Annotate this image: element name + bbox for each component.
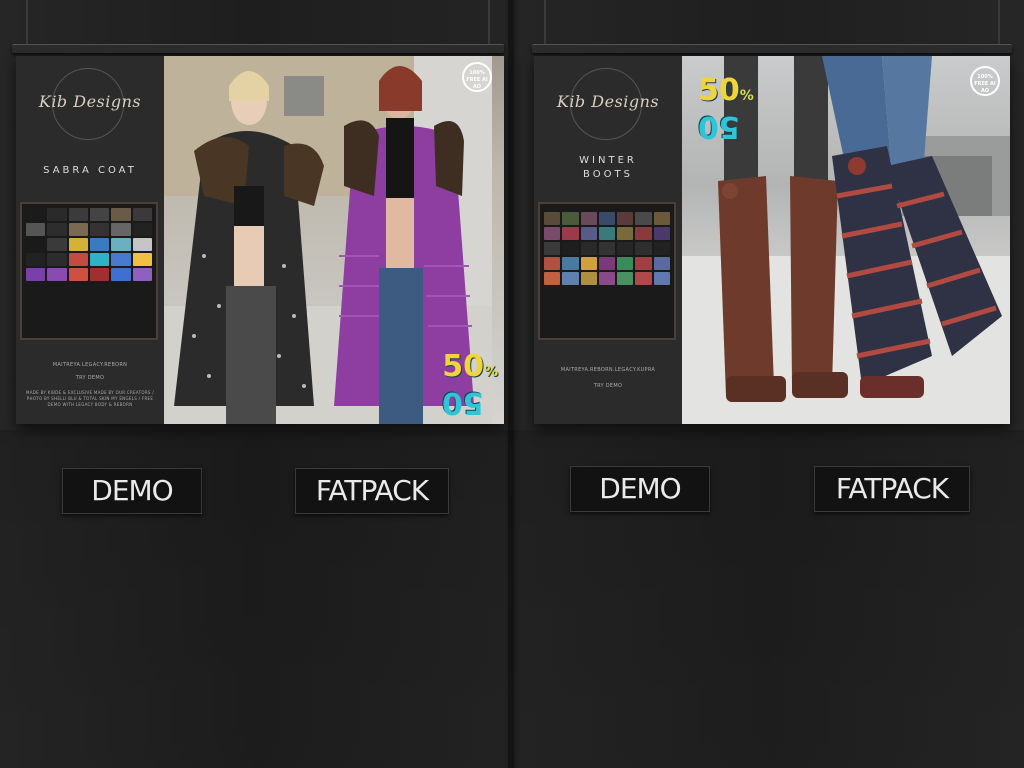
boot-color-swatch [653,227,670,240]
poster-rail [12,44,504,53]
boot-color-swatch [598,272,616,285]
product-name: SABRA COAT [43,165,137,176]
brand-logo-text: Kib Designs [38,92,142,111]
boot-color-swatch [635,242,652,255]
hanging-wire [488,0,490,45]
coat-color-swatch [90,208,110,221]
coat-color-swatch [132,208,152,221]
coat-color-swatch [111,208,131,221]
coat-color-swatch [90,238,110,251]
boot-color-swatch [635,212,652,225]
boot-color-swatch [617,227,634,240]
boot-color-swatch [617,212,634,225]
coat-color-swatch [111,268,131,281]
coat-color-swatch [68,223,88,236]
coat-color-swatch [132,253,152,266]
coat-color-swatch [132,223,152,236]
coat-color-swatch [68,253,88,266]
color-swatch-grid [538,202,676,340]
supported-bodies: MAITREYA.LEGACY.REBORN [52,362,128,368]
boot-color-swatch [580,272,597,285]
coat-color-swatch [68,268,88,281]
boot-color-swatch [544,227,561,240]
boot-color-swatch [544,212,561,225]
coat-color-swatch [26,238,46,251]
boot-color-swatch [635,227,652,240]
demo-button[interactable]: DEMO [62,468,202,514]
coat-color-swatch [132,268,152,281]
coat-color-swatch [26,223,46,236]
fatpack-button[interactable]: FATPACK [295,468,449,514]
product-photo-boots: 100% FREE AI AO 50% 50 [682,56,1010,424]
boot-color-swatch [598,257,616,270]
boot-color-swatch [562,272,579,285]
try-demo-note: TRY DEMO [75,375,105,381]
coat-color-swatch [47,253,67,266]
coat-color-swatch [90,268,110,281]
product-poster-sabra-coat[interactable]: Kib Designs SABRA COAT MAITREYA.LEGACY.R… [16,56,504,424]
credits-text: MADE BY KIBDE & EXCLUSIVE MADE BY OUR CR… [26,390,154,407]
coat-color-swatch [68,208,88,221]
coat-color-swatch [111,253,131,266]
coat-color-swatch [111,238,131,251]
vendor-panel-winter-boots: Kib Designs WINTER BOOTS MAITREYA.REBORN… [532,0,1012,520]
color-swatch-grid [20,202,158,340]
boot-color-swatch [598,227,616,240]
product-name-line-2: BOOTS [583,169,633,180]
supported-bodies: MAITREYA.REBORN.LEGACY.KUPRA [560,367,656,373]
coat-color-swatch [90,253,110,266]
boot-color-swatch [580,257,597,270]
product-photo-coat: 100% FREE AI AO 50% 50 [164,56,504,424]
try-demo-note: TRY DEMO [593,383,623,389]
boot-color-swatch [562,212,579,225]
hanging-wire [998,0,1000,45]
demo-button[interactable]: DEMO [570,466,710,512]
coat-color-swatch [47,268,67,281]
coat-color-swatch [90,223,110,236]
coat-color-swatch [26,268,46,281]
hanging-wire [544,0,546,45]
boot-color-swatch [580,227,597,240]
coat-color-swatch [132,238,152,251]
coat-color-swatch [111,223,131,236]
boot-color-swatch [635,257,652,270]
boot-color-swatch [617,257,634,270]
poster-rail [532,44,1012,53]
boot-color-swatch [544,242,561,255]
boot-color-swatch [544,272,561,285]
product-poster-winter-boots[interactable]: Kib Designs WINTER BOOTS MAITREYA.REBORN… [534,56,1010,424]
free-ai-ao-badge: 100% FREE AI AO [970,66,1000,96]
boot-color-swatch [544,257,561,270]
poster-info-column: Kib Designs SABRA COAT MAITREYA.LEGACY.R… [16,56,164,424]
boot-color-swatch [653,242,670,255]
boot-color-swatch [598,242,616,255]
free-ai-ao-badge: 100% FREE AI AO [462,62,492,92]
coat-color-swatch [47,238,67,251]
boot-color-swatch [653,272,670,285]
boot-color-swatch [580,242,597,255]
boot-color-swatch [562,242,579,255]
boot-color-swatch [617,242,634,255]
product-name-line-1: WINTER [579,155,637,166]
poster-info-column: Kib Designs WINTER BOOTS MAITREYA.REBORN… [534,56,682,424]
boot-color-swatch [635,272,652,285]
boot-color-swatch [598,212,616,225]
coat-color-swatch [47,208,67,221]
fatpack-button[interactable]: FATPACK [814,466,970,512]
vendor-panel-sabra-coat: Kib Designs SABRA COAT MAITREYA.LEGACY.R… [12,0,504,520]
sale-50-percent-badge: 50% 50 [698,73,754,145]
brand-logo-text: Kib Designs [556,92,660,111]
sale-50-percent-badge: 50% 50 [442,349,498,421]
boot-color-swatch [653,257,670,270]
boot-color-swatch [617,272,634,285]
boot-color-swatch [653,212,670,225]
coat-color-swatch [47,223,67,236]
coat-color-swatch [26,253,46,266]
boot-color-swatch [562,227,579,240]
boot-color-swatch [562,257,579,270]
coat-color-swatch [68,238,88,251]
coat-color-swatch [26,208,46,221]
hanging-wire [26,0,28,45]
boot-color-swatch [580,212,597,225]
